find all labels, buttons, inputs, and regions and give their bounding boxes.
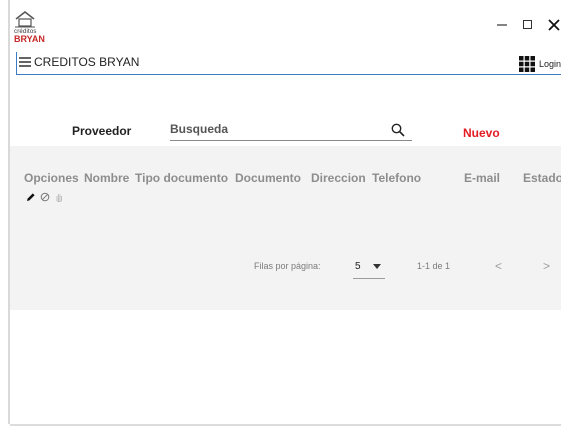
login-button[interactable]: Login [518, 56, 561, 72]
chevron-down-icon[interactable] [373, 264, 381, 269]
table-row [26, 192, 64, 202]
new-button[interactable]: Nuevo [463, 126, 500, 140]
pagination: Filas por página: 5 1-1 de 1 < > [10, 258, 561, 279]
login-label: Login [538, 59, 561, 69]
page-title: Proveedor [72, 124, 132, 138]
column-header-opciones[interactable]: Opciones [24, 171, 79, 185]
house-icon [15, 11, 35, 28]
rows-per-page-select[interactable]: 5 [355, 261, 361, 272]
column-header-direccion[interactable]: Direccion [311, 171, 366, 185]
rows-per-page-label: Filas por página: [254, 261, 321, 271]
page-range-text: 1-1 de 1 [417, 261, 451, 271]
maximize-icon [523, 20, 532, 29]
maximize-button[interactable] [521, 18, 535, 32]
edit-icon[interactable] [26, 192, 36, 202]
previous-page-button[interactable]: < [495, 259, 502, 273]
column-header-tipo-documento[interactable]: Tipo documento [135, 171, 228, 185]
column-header-documento[interactable]: Documento [235, 171, 301, 185]
minimize-button[interactable] [495, 18, 509, 32]
toolbar: Proveedor Busqueda Nuevo [0, 112, 561, 146]
column-header-telefono[interactable]: Telefono [372, 171, 421, 185]
close-button[interactable] [547, 18, 561, 32]
column-header-estado[interactable]: Estado [523, 171, 561, 185]
close-icon [548, 19, 560, 31]
column-header-email[interactable]: E-mail [464, 171, 500, 185]
minimize-icon [497, 24, 507, 26]
app-title: CREDITOS BRYAN [34, 55, 140, 69]
hand-icon[interactable] [54, 192, 64, 202]
window-controls [495, 18, 561, 32]
apps-grid-icon [518, 56, 535, 72]
block-icon[interactable] [40, 192, 50, 202]
hamburger-menu-icon [19, 57, 31, 67]
search-underline [170, 140, 412, 141]
search-input[interactable]: Busqueda [170, 122, 228, 136]
column-header-nombre[interactable]: Nombre [84, 171, 129, 185]
table-panel: Opciones Nombre Tipo documento Documento… [10, 146, 561, 310]
next-page-button[interactable]: > [543, 259, 550, 273]
menu-button[interactable]: CREDITOS BRYAN [18, 55, 139, 69]
rows-per-page-underline [353, 278, 385, 279]
search-icon[interactable] [391, 123, 405, 137]
logo-brand-text: BRYAN [14, 34, 45, 44]
brand-logo: créditos BRYAN [14, 10, 54, 48]
